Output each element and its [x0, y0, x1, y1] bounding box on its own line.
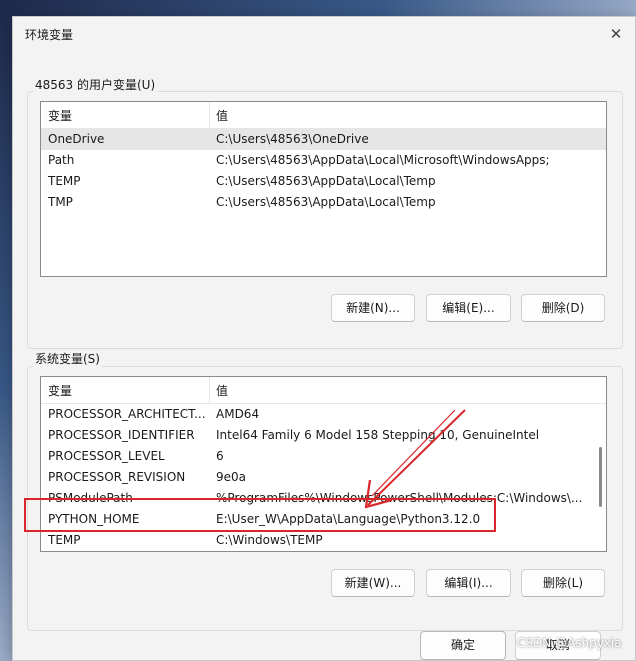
list-item[interactable]: TEMP C:\Users\48563\AppData\Local\Temp	[41, 171, 606, 192]
var-name: Path	[48, 153, 75, 167]
user-vars-list[interactable]: 变量 值 OneDrive C:\Users\48563\OneDrive Pa…	[40, 101, 607, 277]
var-value: Intel64 Family 6 Model 158 Stepping 10, …	[216, 428, 540, 442]
list-header: 变量 值	[41, 377, 606, 404]
list-item[interactable]: PROCESSOR_LEVEL 6	[41, 446, 606, 467]
var-value: C:\Users\48563\AppData\Local\Temp	[216, 174, 436, 188]
list-item-python-home[interactable]: PYTHON_HOME E:\User_W\AppData\Language\P…	[41, 509, 606, 530]
var-value: C:\Users\48563\OneDrive	[216, 132, 369, 146]
var-value: E:\User_W\AppData\Language\Python3.12.0	[216, 512, 481, 526]
list-item[interactable]: TMP C:\Users\48563\AppData\Local\Temp	[41, 192, 606, 213]
list-item[interactable]: OneDrive C:\Users\48563\OneDrive	[41, 129, 606, 150]
close-icon[interactable]: ✕	[605, 23, 627, 45]
list-item[interactable]: PROCESSOR_REVISION 9e0a	[41, 467, 606, 488]
user-new-button[interactable]: 新建(N)...	[331, 294, 415, 322]
user-edit-button[interactable]: 编辑(E)...	[426, 294, 511, 322]
vertical-scrollbar[interactable]	[594, 377, 606, 551]
list-item[interactable]: TEMP C:\Windows\TEMP	[41, 530, 606, 551]
system-delete-button[interactable]: 删除(L)	[521, 569, 605, 597]
title-bar: 环境变量 ✕	[13, 17, 635, 51]
column-header-name[interactable]: 变量	[48, 107, 72, 124]
watermark: CSDN @Ashpyxia	[517, 636, 622, 650]
system-edit-button[interactable]: 编辑(I)...	[426, 569, 511, 597]
var-value: C:\Users\48563\AppData\Local\Temp	[216, 195, 436, 209]
list-item[interactable]: PSModulePath %ProgramFiles%\WindowsPower…	[41, 488, 606, 509]
column-divider[interactable]	[209, 377, 210, 403]
var-name: PROCESSOR_ARCHITECT...	[48, 407, 206, 421]
var-name: PYTHON_HOME	[48, 512, 140, 526]
column-header-value[interactable]: 值	[216, 382, 228, 399]
ok-button[interactable]: 确定	[420, 631, 506, 660]
column-divider[interactable]	[209, 102, 210, 128]
var-value: %ProgramFiles%\WindowsPowerShell\Modules…	[216, 491, 583, 505]
var-name: PROCESSOR_REVISION	[48, 470, 186, 484]
var-value: 6	[216, 449, 224, 463]
column-header-name[interactable]: 变量	[48, 382, 72, 399]
var-value: C:\Windows\TEMP	[216, 533, 323, 547]
var-name: OneDrive	[48, 132, 105, 146]
var-value: AMD64	[216, 407, 260, 421]
var-name: PROCESSOR_IDENTIFIER	[48, 428, 195, 442]
var-value: C:\Users\48563\AppData\Local\Microsoft\W…	[216, 153, 550, 167]
list-item[interactable]: PROCESSOR_ARCHITECT... AMD64	[41, 404, 606, 425]
scroll-thumb[interactable]	[599, 447, 602, 507]
var-name: PROCESSOR_LEVEL	[48, 449, 165, 463]
column-header-value[interactable]: 值	[216, 107, 228, 124]
system-new-button[interactable]: 新建(W)...	[331, 569, 415, 597]
var-name: TMP	[48, 195, 73, 209]
system-vars-list[interactable]: 变量 值 PROCESSOR_ARCHITECT... AMD64 PROCES…	[40, 376, 607, 552]
var-value: 9e0a	[216, 470, 247, 484]
list-item[interactable]: Path C:\Users\48563\AppData\Local\Micros…	[41, 150, 606, 171]
list-header: 变量 值	[41, 102, 606, 129]
var-name: TEMP	[48, 174, 81, 188]
environment-variables-dialog: 环境变量 ✕ 48563 的用户变量(U) 变量 值 OneDrive C:\U…	[12, 16, 636, 661]
var-name: TEMP	[48, 533, 81, 547]
system-vars-group-label: 系统变量(S)	[33, 350, 102, 367]
list-item[interactable]: PROCESSOR_IDENTIFIER Intel64 Family 6 Mo…	[41, 425, 606, 446]
user-delete-button[interactable]: 删除(D)	[521, 294, 605, 322]
window-title: 环境变量	[25, 28, 74, 42]
var-name: PSModulePath	[48, 491, 133, 505]
user-vars-group-label: 48563 的用户变量(U)	[33, 76, 158, 93]
